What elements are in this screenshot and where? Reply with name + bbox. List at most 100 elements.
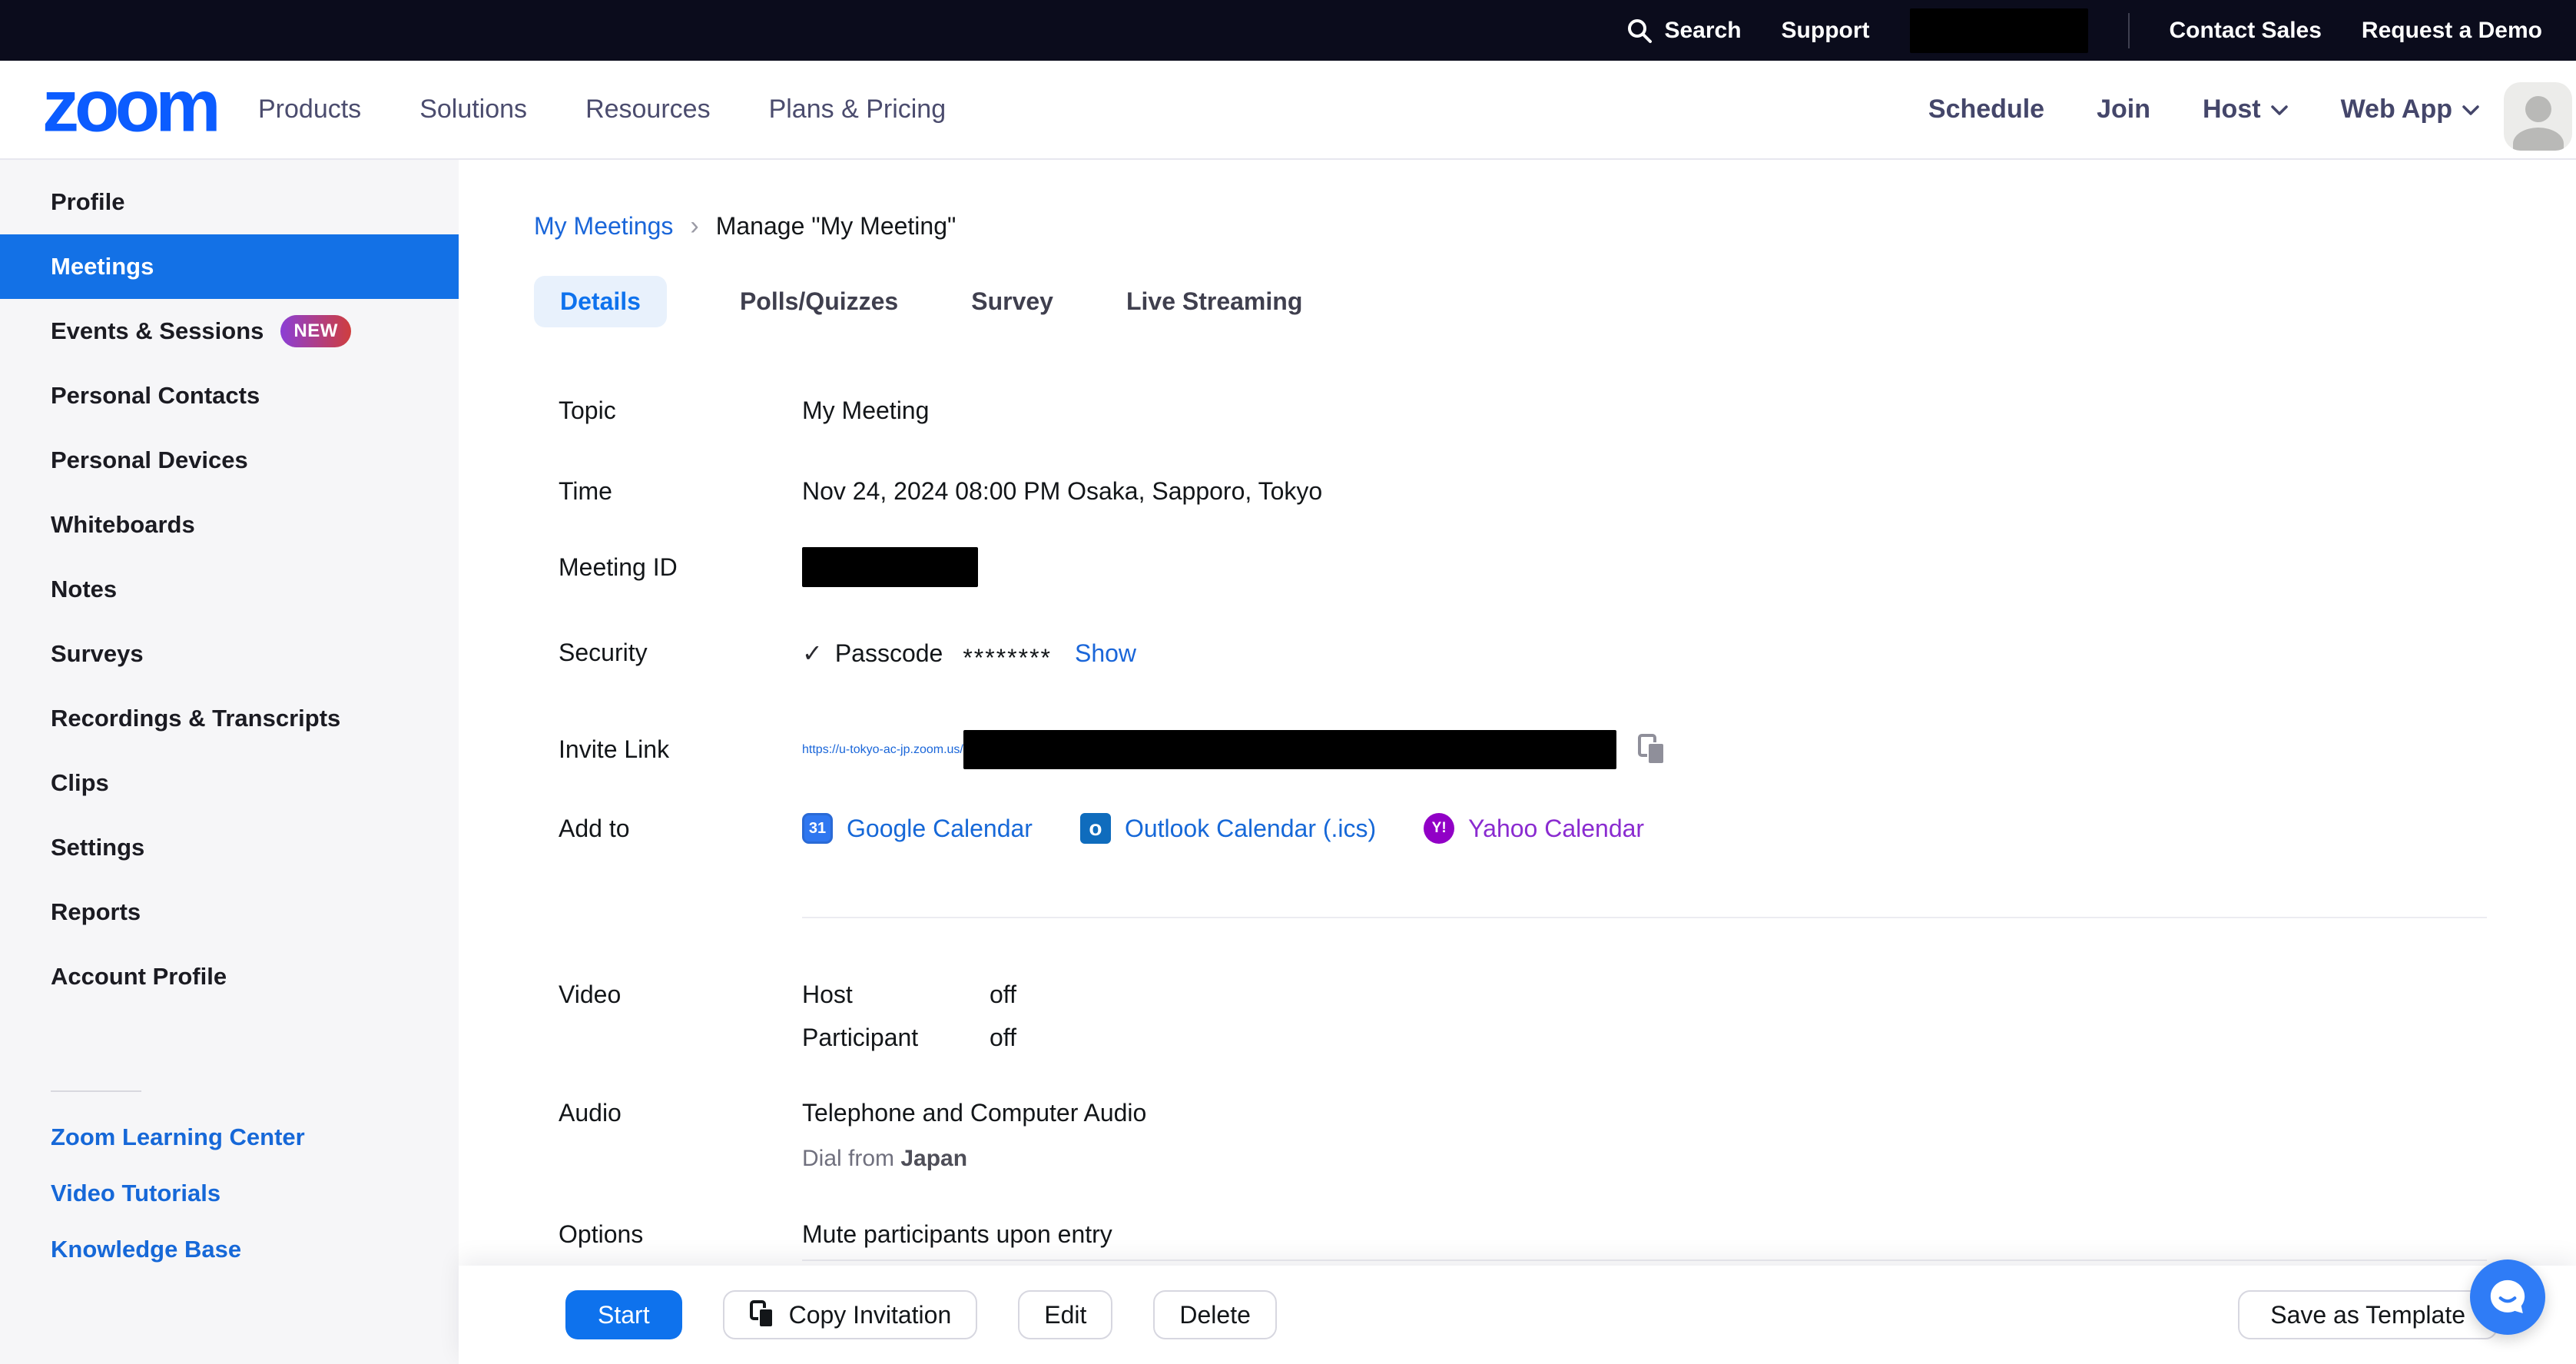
sidebar-item-notes[interactable]: Notes xyxy=(0,557,459,622)
detail-row-meeting-id: Meeting ID xyxy=(559,547,978,587)
tab-details[interactable]: Details xyxy=(534,276,667,327)
sidebar-item-clips[interactable]: Clips xyxy=(0,751,459,815)
sidebar-link-video-tutorials[interactable]: Video Tutorials xyxy=(51,1181,305,1205)
detail-row-time: Time Nov 24, 2024 08:00 PM Osaka, Sappor… xyxy=(559,477,1322,506)
zoom-logo[interactable]: zoom xyxy=(42,64,217,148)
detail-row-invite-link: Invite Link https://u-tokyo-ac-jp.zoom.u… xyxy=(559,730,1669,769)
nav-menu: Products Solutions Resources Plans & Pri… xyxy=(258,61,946,158)
copy-icon xyxy=(749,1299,777,1330)
tab-live-streaming[interactable]: Live Streaming xyxy=(1126,276,1302,327)
meeting-tabs: Details Polls/Quizzes Survey Live Stream… xyxy=(534,276,1302,327)
detail-row-options: Options Mute participants upon entry xyxy=(559,1220,1112,1249)
nav-item-solutions[interactable]: Solutions xyxy=(419,95,527,124)
user-avatar[interactable] xyxy=(2504,82,2572,151)
section-divider xyxy=(802,917,2487,918)
sidebar-item-surveys[interactable]: Surveys xyxy=(0,622,459,686)
search-label: Search xyxy=(1664,18,1741,44)
sidebar: Profile Meetings Events & Sessions NEW P… xyxy=(0,160,459,1364)
passcode-masked-value: ******** xyxy=(963,644,1052,672)
start-button[interactable]: Start xyxy=(565,1290,682,1339)
sidebar-item-personal-contacts[interactable]: Personal Contacts xyxy=(0,363,459,428)
sidebar-link-zoom-learning-center[interactable]: Zoom Learning Center xyxy=(51,1125,305,1149)
video-host-value: off xyxy=(990,981,1016,1009)
sidebar-item-events-sessions[interactable]: Events & Sessions NEW xyxy=(0,299,459,363)
outlook-calendar-icon: o xyxy=(1080,813,1111,844)
topic-value: My Meeting xyxy=(802,397,929,425)
redacted-account-info xyxy=(1910,8,2088,53)
sidebar-item-recordings-transcripts[interactable]: Recordings & Transcripts xyxy=(0,686,459,751)
nav-item-schedule[interactable]: Schedule xyxy=(1928,95,2044,124)
contact-sales-link[interactable]: Contact Sales xyxy=(2170,18,2322,44)
delete-button[interactable]: Delete xyxy=(1153,1290,1277,1339)
options-value: Mute participants upon entry xyxy=(802,1220,1112,1249)
nav-item-resources[interactable]: Resources xyxy=(585,95,711,124)
tab-polls-quizzes[interactable]: Polls/Quizzes xyxy=(740,276,898,327)
chevron-down-icon xyxy=(2462,104,2480,116)
breadcrumb-current: Manage "My Meeting" xyxy=(716,212,956,241)
top-utility-bar: Search Support Contact Sales Request a D… xyxy=(0,0,2576,61)
breadcrumb-chevron-icon: › xyxy=(690,211,698,241)
video-host-row: Host off xyxy=(802,973,1016,1016)
sidebar-divider xyxy=(51,1090,141,1092)
support-link[interactable]: Support xyxy=(1782,18,1870,44)
detail-row-video: Video Host off Participant off xyxy=(559,973,1016,1059)
sidebar-list: Profile Meetings Events & Sessions NEW P… xyxy=(0,170,459,1009)
nav-item-products[interactable]: Products xyxy=(258,95,361,124)
show-passcode-link[interactable]: Show xyxy=(1075,639,1136,668)
audio-value: Telephone and Computer Audio xyxy=(802,1099,1146,1127)
topbar-divider xyxy=(2128,13,2130,48)
time-value: Nov 24, 2024 08:00 PM Osaka, Sapporo, To… xyxy=(802,477,1322,506)
main-navbar: zoom Products Solutions Resources Plans … xyxy=(0,61,2576,160)
sidebar-item-settings[interactable]: Settings xyxy=(0,815,459,880)
passcode-label: Passcode xyxy=(835,639,943,668)
save-as-template-button[interactable]: Save as Template xyxy=(2238,1290,2498,1339)
redacted-invite-link xyxy=(963,730,1616,769)
detail-row-topic: Topic My Meeting xyxy=(559,397,929,425)
avatar-head xyxy=(2525,96,2551,122)
breadcrumb: My Meetings › Manage "My Meeting" xyxy=(534,211,956,241)
search-button[interactable]: Search xyxy=(1626,17,1741,45)
nav-item-web-app[interactable]: Web App xyxy=(2341,95,2480,124)
video-participant-value: off xyxy=(990,1024,1016,1052)
nav-right-menu: Schedule Join Host Web App xyxy=(1928,61,2480,158)
sidebar-item-whiteboards[interactable]: Whiteboards xyxy=(0,493,459,557)
detail-row-audio: Audio Telephone and Computer Audio Dial … xyxy=(559,1099,1146,1172)
action-bar: Start Copy Invitation Edit Delete Save a… xyxy=(459,1266,2576,1364)
copy-icon xyxy=(1636,733,1669,767)
invite-link-url[interactable]: https://u-tokyo-ac-jp.zoom.us/ xyxy=(802,743,963,757)
sidebar-item-personal-devices[interactable]: Personal Devices xyxy=(0,428,459,493)
chat-bubble-icon xyxy=(2486,1276,2529,1319)
video-participant-row: Participant off xyxy=(802,1016,1016,1059)
google-calendar-icon: 31 xyxy=(802,813,833,844)
nav-item-join[interactable]: Join xyxy=(2097,95,2150,124)
sidebar-item-reports[interactable]: Reports xyxy=(0,880,459,944)
sidebar-link-knowledge-base[interactable]: Knowledge Base xyxy=(51,1237,305,1261)
chat-support-button[interactable] xyxy=(2470,1259,2545,1335)
chevron-down-icon xyxy=(2270,104,2289,116)
add-to-google-calendar-link[interactable]: 31 Google Calendar xyxy=(802,813,1033,844)
sidebar-help-links: Zoom Learning Center Video Tutorials Kno… xyxy=(51,1125,305,1261)
nav-item-plans-pricing[interactable]: Plans & Pricing xyxy=(769,95,947,124)
copy-invitation-button[interactable]: Copy Invitation xyxy=(723,1290,978,1339)
tab-survey[interactable]: Survey xyxy=(971,276,1053,327)
detail-row-security: Security ✓ Passcode ******** Show xyxy=(559,639,1136,668)
nav-item-host[interactable]: Host xyxy=(2203,95,2289,124)
dial-country: Japan xyxy=(900,1146,967,1171)
sidebar-item-meetings[interactable]: Meetings xyxy=(0,234,459,299)
yahoo-calendar-icon: Y! xyxy=(1424,813,1454,844)
breadcrumb-my-meetings-link[interactable]: My Meetings xyxy=(534,212,673,241)
redacted-meeting-id xyxy=(802,547,978,587)
add-to-yahoo-calendar-link[interactable]: Y! Yahoo Calendar xyxy=(1424,813,1644,844)
main-content: My Meetings › Manage "My Meeting" Detail… xyxy=(459,160,2576,1364)
avatar-torso xyxy=(2513,128,2564,151)
new-badge: NEW xyxy=(280,315,351,347)
checkmark-icon: ✓ xyxy=(802,639,823,668)
add-to-outlook-calendar-link[interactable]: o Outlook Calendar (.ics) xyxy=(1080,813,1376,844)
sidebar-item-account-profile[interactable]: Account Profile xyxy=(0,944,459,1009)
search-icon xyxy=(1626,17,1653,45)
copy-link-button[interactable] xyxy=(1636,733,1669,767)
edit-button[interactable]: Edit xyxy=(1018,1290,1112,1339)
request-demo-link[interactable]: Request a Demo xyxy=(2362,18,2542,44)
detail-row-add-to: Add to 31 Google Calendar o Outlook Cale… xyxy=(559,813,1644,844)
sidebar-item-profile[interactable]: Profile xyxy=(0,170,459,234)
